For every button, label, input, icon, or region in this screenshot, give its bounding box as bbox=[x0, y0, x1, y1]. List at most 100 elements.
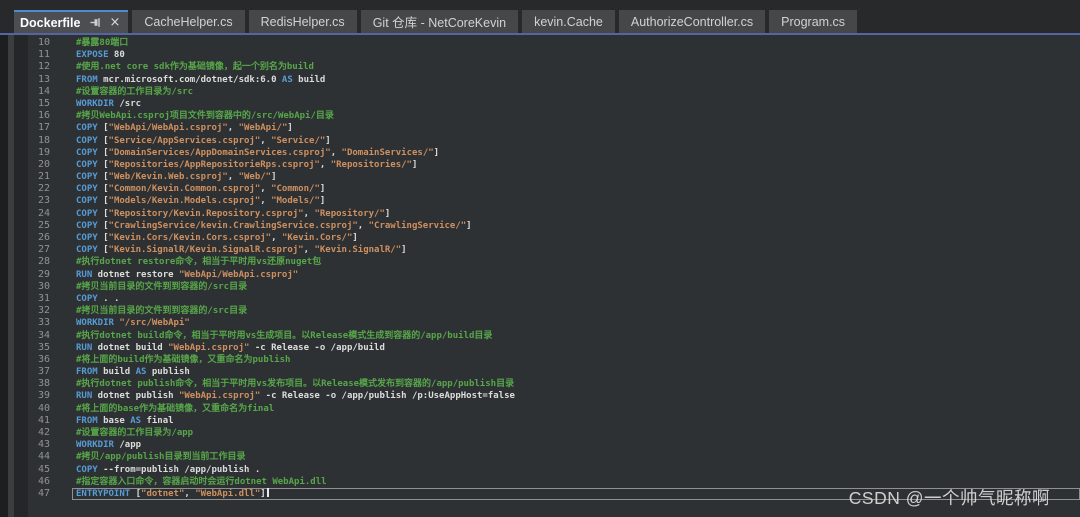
code-line[interactable]: 16 #拷贝WebApi.csproj项目文件到容器中的/src/WebApi/目… bbox=[28, 110, 1080, 122]
code-line-text[interactable]: #拷贝当前目录的文件到到容器的/src目录 bbox=[72, 281, 1080, 293]
code-line-text[interactable]: #拷贝当前目录的文件到到容器的/src目录 bbox=[72, 305, 1080, 317]
code-line-text[interactable]: #拷贝WebApi.csproj项目文件到容器中的/src/WebApi/目录 bbox=[72, 110, 1080, 122]
code-line-text[interactable]: #拷贝/app/publish目录到当前工作目录 bbox=[72, 451, 1080, 463]
code-line[interactable]: 17 COPY ["WebApi/WebApi.csproj", "WebApi/… bbox=[28, 122, 1080, 134]
tab-program-cs[interactable]: Program.cs bbox=[769, 10, 858, 33]
tab-git-netcorekevin[interactable]: Git 仓库 - NetCoreKevin bbox=[360, 10, 519, 33]
code-line-text[interactable]: FROM build AS publish bbox=[72, 366, 1080, 378]
code-line-text[interactable]: COPY ["Common/Kevin.Common.csproj", "Com… bbox=[72, 183, 1080, 195]
code-line-text[interactable]: FROM mcr.microsoft.com/dotnet/sdk:6.0 AS… bbox=[72, 74, 1080, 86]
code-line-text[interactable]: COPY ["CrawlingService/kevin.CrawlingSer… bbox=[72, 220, 1080, 232]
code-line-text[interactable]: #将上面的build作为基础镜像，又重命名为publish bbox=[72, 354, 1080, 366]
code-line-text[interactable]: #暴露80端口 bbox=[72, 37, 1080, 49]
line-number: 11 bbox=[37, 49, 50, 61]
code-line-text[interactable]: COPY ["DomainServices/AppDomainServices.… bbox=[72, 147, 1080, 159]
code-line-text[interactable]: EXPOSE 80 bbox=[72, 49, 1080, 61]
tab-cachehelper-cs[interactable]: CacheHelper.cs bbox=[132, 10, 245, 33]
code-line-text[interactable]: WORKDIR /src bbox=[72, 98, 1080, 110]
code-line[interactable]: 43 WORKDIR /app bbox=[28, 439, 1080, 451]
text-token: ] bbox=[466, 220, 472, 231]
code-line[interactable]: 35 RUN dotnet build "WebApi.csproj" -c Re… bbox=[28, 342, 1080, 354]
code-line[interactable]: 12 #使用.net core sdk作为基础镜像，起一个别名为build bbox=[28, 61, 1080, 73]
code-line-text[interactable]: #将上面的base作为基础镜像，又重命名为final bbox=[72, 403, 1080, 415]
code-line[interactable]: 18 COPY ["Service/AppServices.csproj", "S… bbox=[28, 135, 1080, 147]
keyword-token: RUN bbox=[76, 269, 93, 280]
code-line-text[interactable]: #执行dotnet build命令，相当于平时用vs生成项目。以Release模… bbox=[72, 330, 1080, 342]
code-line-text[interactable]: #设置容器的工作目录为/src bbox=[72, 86, 1080, 98]
pin-icon[interactable] bbox=[90, 17, 101, 28]
keyword-token: RUN bbox=[76, 391, 93, 402]
code-line[interactable]: 40 #将上面的base作为基础镜像，又重命名为final bbox=[28, 403, 1080, 415]
code-line-text[interactable]: COPY --from=publish /app/publish . bbox=[72, 464, 1080, 476]
code-line[interactable]: 21 COPY ["Web/Kevin.Web.csproj", "Web/"] bbox=[28, 171, 1080, 183]
code-area[interactable]: 10 #暴露80端口 11 EXPOSE 80 12 #使用.net core sdk作为… bbox=[28, 37, 1080, 500]
code-line-text[interactable]: RUN dotnet restore "WebApi/WebApi.csproj… bbox=[72, 269, 1080, 281]
code-line-text[interactable]: COPY ["Repository/Kevin.Repository.cspro… bbox=[72, 208, 1080, 220]
tab-label: AuthorizeController.cs bbox=[630, 14, 754, 29]
code-line-text[interactable]: COPY ["Web/Kevin.Web.csproj", "Web/"] bbox=[72, 171, 1080, 183]
close-icon[interactable]: × bbox=[109, 16, 120, 29]
code-line[interactable]: 45 COPY --from=publish /app/publish . bbox=[28, 464, 1080, 476]
code-line[interactable]: 23 COPY ["Models/Kevin.Models.csproj", "M… bbox=[28, 195, 1080, 207]
code-line[interactable]: 26 COPY ["Kevin.Cors/Kevin.Cors.csproj", … bbox=[28, 232, 1080, 244]
code-line[interactable]: 14 #设置容器的工作目录为/src bbox=[28, 86, 1080, 98]
code-line[interactable]: 42 #设置容器的工作目录为/app bbox=[28, 427, 1080, 439]
code-line[interactable]: 20 COPY ["Repositories/AppRepositorieRps.… bbox=[28, 159, 1080, 171]
line-number: 32 bbox=[37, 305, 50, 317]
text-token: [ bbox=[97, 196, 109, 207]
code-line-text[interactable]: COPY ["Repositories/AppRepositorieRps.cs… bbox=[72, 159, 1080, 171]
breakpoint-margin[interactable] bbox=[14, 35, 28, 517]
code-line[interactable]: 22 COPY ["Common/Kevin.Common.csproj", "C… bbox=[28, 183, 1080, 195]
editor[interactable]: 10 #暴露80端口 11 EXPOSE 80 12 #使用.net core sdk作为… bbox=[0, 35, 1080, 517]
line-number: 35 bbox=[37, 341, 50, 353]
code-line[interactable]: 25 COPY ["CrawlingService/kevin.CrawlingS… bbox=[28, 220, 1080, 232]
code-line-text[interactable]: COPY ["Models/Kevin.Models.csproj", "Mod… bbox=[72, 195, 1080, 207]
line-number: 20 bbox=[37, 158, 50, 170]
code-line-text[interactable]: WORKDIR "/src/WebApi" bbox=[72, 317, 1080, 329]
code-line-text[interactable]: #使用.net core sdk作为基础镜像，起一个别名为build bbox=[72, 61, 1080, 73]
code-line[interactable]: 31 COPY . . bbox=[28, 293, 1080, 305]
code-line-text[interactable]: WORKDIR /app bbox=[72, 439, 1080, 451]
tab-authorizecontroller-cs[interactable]: AuthorizeController.cs bbox=[618, 10, 766, 33]
tab-kevin-cache[interactable]: kevin.Cache bbox=[522, 10, 615, 33]
code-line[interactable]: 11 EXPOSE 80 bbox=[28, 49, 1080, 61]
text-token: [ bbox=[97, 147, 109, 158]
code-line[interactable]: 33 WORKDIR "/src/WebApi" bbox=[28, 317, 1080, 329]
code-line-text[interactable]: COPY ["Kevin.SignalR/Kevin.SignalR.cspro… bbox=[72, 244, 1080, 256]
line-number: 18 bbox=[37, 134, 50, 146]
tab-dockerfile[interactable]: Dockerfile × bbox=[14, 10, 129, 33]
code-line[interactable]: 15 WORKDIR /src bbox=[28, 98, 1080, 110]
code-line-text[interactable]: COPY ["WebApi/WebApi.csproj", "WebApi/"] bbox=[72, 122, 1080, 134]
code-line-text[interactable]: RUN dotnet publish "WebApi.csproj" -c Re… bbox=[72, 390, 1080, 402]
code-line[interactable]: 41 FROM base AS final bbox=[28, 415, 1080, 427]
code-line-text[interactable]: #执行dotnet publish命令，相当于平时用vs发布项目。以Releas… bbox=[72, 378, 1080, 390]
code-line-text[interactable]: #执行dotnet restore命令，相当于平时用vs还原nuget包 bbox=[72, 256, 1080, 268]
code-line-text[interactable]: COPY ["Service/AppServices.csproj", "Ser… bbox=[72, 135, 1080, 147]
code-line-text[interactable]: RUN dotnet build "WebApi.csproj" -c Rele… bbox=[72, 342, 1080, 354]
code-line[interactable]: 32 #拷贝当前目录的文件到到容器的/src目录 bbox=[28, 305, 1080, 317]
code-line[interactable]: 29 RUN dotnet restore "WebApi/WebApi.cspr… bbox=[28, 269, 1080, 281]
line-number: 47 bbox=[37, 487, 50, 499]
code-line-text[interactable]: COPY ["Kevin.Cors/Kevin.Cors.csproj", "K… bbox=[72, 232, 1080, 244]
code-line[interactable]: 30 #拷贝当前目录的文件到到容器的/src目录 bbox=[28, 281, 1080, 293]
code-line[interactable]: 39 RUN dotnet publish "WebApi.csproj" -c … bbox=[28, 390, 1080, 402]
code-line[interactable]: 13 FROM mcr.microsoft.com/dotnet/sdk:6.0 … bbox=[28, 74, 1080, 86]
code-line[interactable]: 37 FROM build AS publish bbox=[28, 366, 1080, 378]
code-line[interactable]: 36 #将上面的build作为基础镜像，又重命名为publish bbox=[28, 354, 1080, 366]
code-line[interactable]: 38 #执行dotnet publish命令，相当于平时用vs发布项目。以Rele… bbox=[28, 378, 1080, 390]
code-line[interactable]: 10 #暴露80端口 bbox=[28, 37, 1080, 49]
code-line[interactable]: 24 COPY ["Repository/Kevin.Repository.csp… bbox=[28, 208, 1080, 220]
tab-redishelper-cs[interactable]: RedisHelper.cs bbox=[248, 10, 357, 33]
code-line[interactable]: 28 #执行dotnet restore命令，相当于平时用vs还原nuget包 bbox=[28, 256, 1080, 268]
text-token: , bbox=[303, 245, 315, 256]
keyword-token: COPY bbox=[76, 147, 98, 158]
code-line-text[interactable]: COPY . . bbox=[72, 293, 1080, 305]
code-line[interactable]: 34 #执行dotnet build命令，相当于平时用vs生成项目。以Releas… bbox=[28, 330, 1080, 342]
code-line[interactable]: 44 #拷贝/app/publish目录到当前工作目录 bbox=[28, 451, 1080, 463]
code-line[interactable]: 19 COPY ["DomainServices/AppDomainService… bbox=[28, 147, 1080, 159]
code-line[interactable]: 27 COPY ["Kevin.SignalR/Kevin.SignalR.csp… bbox=[28, 244, 1080, 256]
code-line-text[interactable]: FROM base AS final bbox=[72, 415, 1080, 427]
code-line-text[interactable]: #设置容器的工作目录为/app bbox=[72, 427, 1080, 439]
keyword-token: ENTRYPOINT bbox=[76, 488, 131, 499]
string-token: "Kevin.Cors/" bbox=[281, 233, 353, 243]
